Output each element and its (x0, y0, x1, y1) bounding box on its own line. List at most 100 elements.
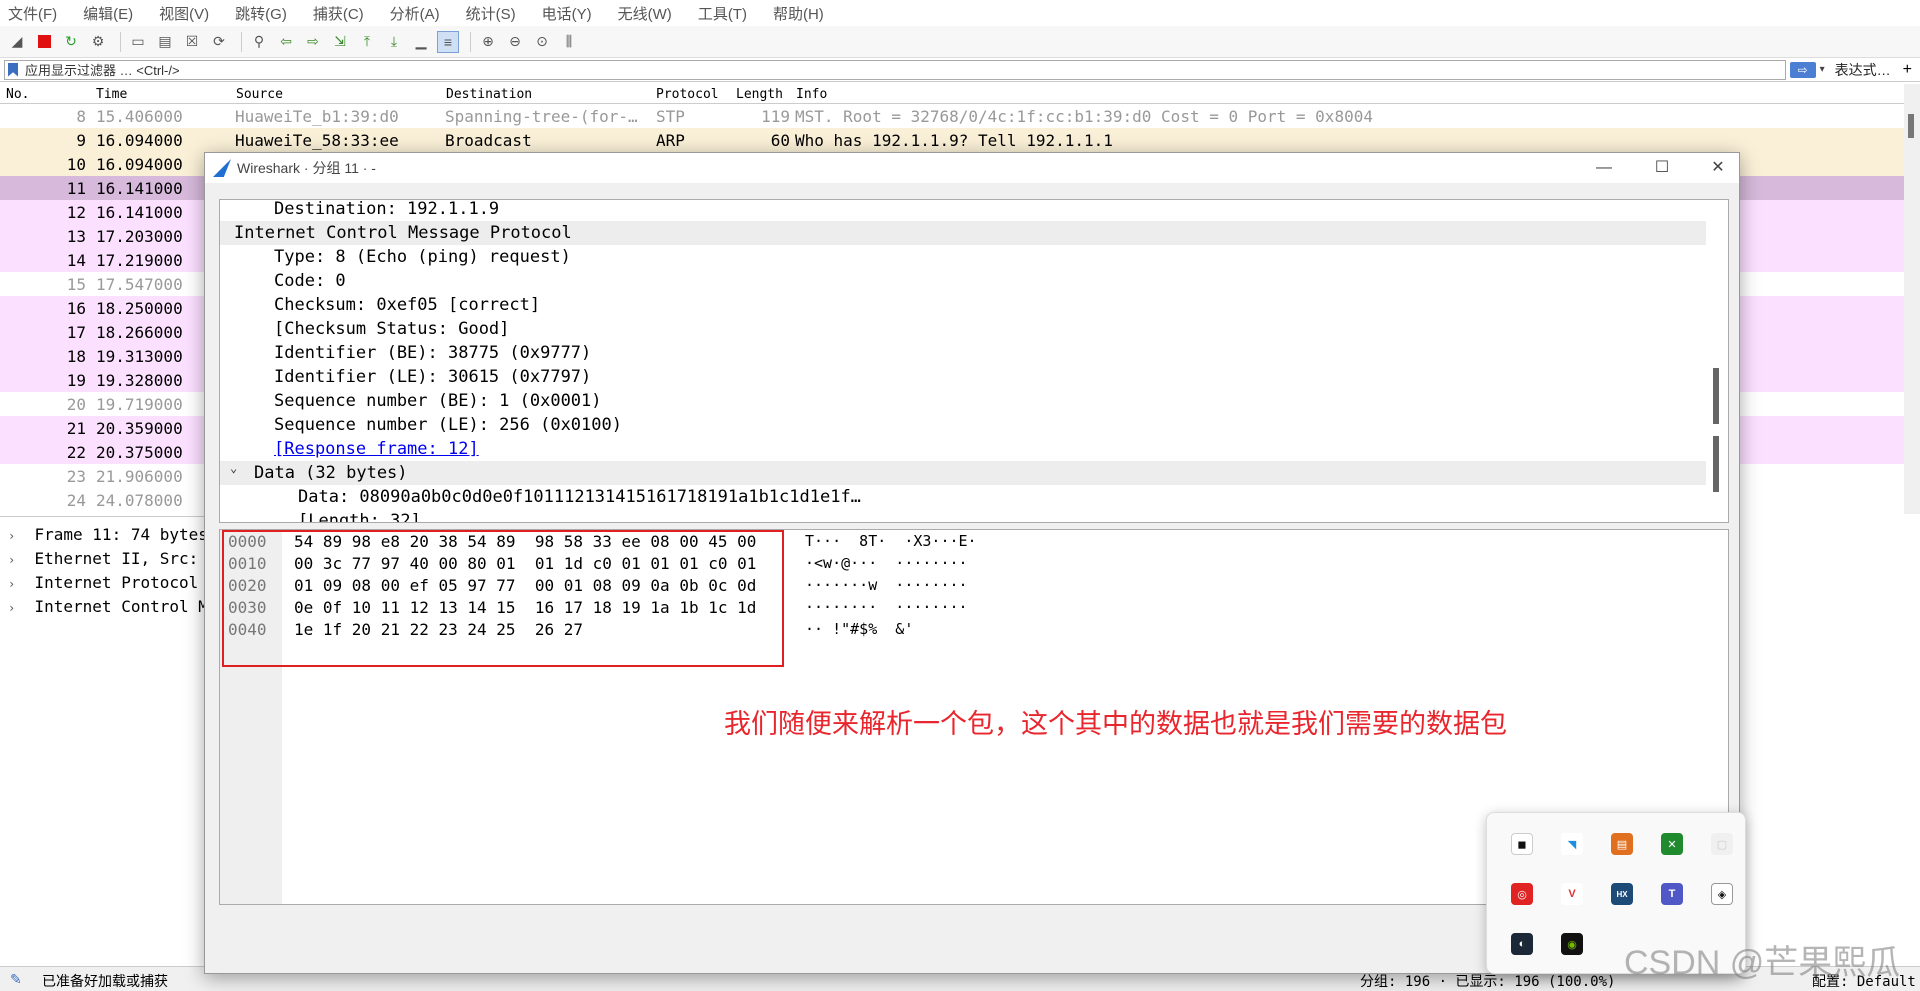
menu-item[interactable]: 分析(A) (386, 3, 444, 24)
reload-file-icon[interactable]: ⟳ (208, 31, 230, 53)
menu-item[interactable]: 电话(Y) (538, 3, 596, 24)
menu-item[interactable]: 帮助(H) (769, 3, 828, 24)
colorize-icon[interactable]: ≡ (437, 30, 459, 53)
netease-music-icon[interactable]: ◎ (1511, 883, 1533, 905)
packet-cell-no: 9 (76, 131, 86, 150)
tree-row[interactable]: Identifier (BE): 38775 (0x9777) (220, 341, 1706, 365)
bookmark-icon[interactable] (8, 62, 18, 77)
tree-row[interactable]: Sequence number (BE): 1 (0x0001) (220, 389, 1706, 413)
maximize-icon[interactable]: ☐ (1647, 157, 1677, 179)
hex-ascii[interactable]: ·······w ········ (805, 576, 968, 594)
save-file-icon[interactable]: ▤ (154, 31, 176, 53)
app-tray-icon-8[interactable]: HX (1611, 883, 1633, 905)
packet-cell-no: 18 (66, 347, 86, 366)
zoom-normal-icon[interactable]: ⊙ (531, 31, 553, 53)
tree-row[interactable]: Destination: 192.1.1.9 (220, 200, 1706, 221)
zoom-in-icon[interactable]: ⊕ (477, 31, 499, 53)
detail-frame[interactable]: › Frame 11: 74 bytes (8, 525, 208, 544)
tree-row[interactable]: Sequence number (LE): 256 (0x0100) (220, 413, 1706, 437)
minimize-icon[interactable]: — (1589, 157, 1619, 179)
col-header-info[interactable]: Info (796, 87, 827, 102)
col-header-time[interactable]: Time (96, 87, 127, 102)
steam-icon[interactable]: ◐ (1511, 933, 1533, 955)
tree-row[interactable]: [Length: 32] (220, 509, 1706, 522)
response-frame-link[interactable]: [Response frame: 12] (274, 439, 479, 459)
resize-columns-icon[interactable]: ⫼ (558, 31, 580, 53)
app-tray-icon-7[interactable]: V (1561, 883, 1583, 905)
tree-row[interactable]: Type: 8 (Echo (ping) request) (220, 245, 1706, 269)
packet-cell-no: 8 (76, 107, 86, 126)
menu-item[interactable]: 视图(V) (155, 3, 213, 24)
detail-ethernet[interactable]: › Ethernet II, Src: (8, 549, 198, 568)
hex-ascii[interactable]: T··· 8T· ·X3···E· (805, 532, 977, 550)
hex-ascii[interactable]: ·· !"#$% &' (805, 620, 913, 638)
menu-item[interactable]: 跳转(G) (231, 3, 291, 24)
packet-cell-no: 22 (66, 443, 86, 462)
go-to-packet-icon[interactable]: ⇲ (329, 31, 351, 53)
menu-item[interactable]: 统计(S) (462, 3, 520, 24)
nvidia-icon[interactable]: ◉ (1561, 933, 1583, 955)
tree-row[interactable]: ⌄Internet Control Message Protocol (220, 221, 1706, 245)
packet-cell-time: 21.906000 (96, 467, 183, 486)
tree-scrollbar[interactable] (1706, 200, 1728, 522)
app-tray-icon-5[interactable]: ▢ (1711, 833, 1733, 855)
packet-cell-no: 11 (66, 179, 86, 198)
dialog-titlebar[interactable]: Wireshark · 分组 11 · - — ☐ ✕ (205, 153, 1739, 183)
app-tray-icon-1[interactable]: ◼ (1511, 833, 1533, 855)
app-tray-icon-10[interactable]: ◈ (1711, 883, 1733, 905)
teams-icon[interactable]: T (1661, 883, 1683, 905)
tree-row-label: Checksum: 0xef05 [correct] (274, 295, 541, 315)
go-back-icon[interactable]: ⇦ (275, 31, 297, 53)
menu-item[interactable]: 文件(F) (4, 3, 61, 24)
menu-item[interactable]: 无线(W) (614, 3, 676, 24)
display-filter-input[interactable]: 应用显示过滤器 … <Ctrl-/> (4, 59, 1786, 80)
hex-ascii[interactable]: ········ ········ (805, 598, 968, 616)
tree-row[interactable]: [Response frame: 12] (220, 437, 1706, 461)
go-forward-icon[interactable]: ⇨ (302, 31, 324, 53)
expand-arrow-icon[interactable]: ⌄ (230, 461, 237, 475)
zoom-out-icon[interactable]: ⊖ (504, 31, 526, 53)
expert-info-icon[interactable]: ✎ (10, 971, 22, 988)
menu-item[interactable]: 工具(T) (694, 3, 751, 24)
menu-item[interactable]: 编辑(E) (79, 3, 137, 24)
xbox-icon[interactable]: ✕ (1661, 833, 1683, 855)
apply-filter-button[interactable]: ⇨ (1789, 61, 1816, 78)
packet-cell-time: 19.313000 (96, 347, 183, 366)
go-first-icon[interactable]: ⤒ (356, 31, 378, 53)
detail-ip[interactable]: › Internet Protocol (8, 573, 198, 592)
packet-cell-no: 19 (66, 371, 86, 390)
stop-capture-icon[interactable] (33, 31, 55, 53)
packet-list-scrollbar[interactable] (1904, 84, 1920, 514)
menu-bar: 文件(F) 编辑(E) 视图(V) 跳转(G) 捕获(C) 分析(A) 统计(S) 电话(Y)… (0, 0, 1920, 26)
capture-options-icon[interactable]: ⚙ (87, 31, 109, 53)
add-filter-button[interactable]: + (1903, 61, 1912, 79)
expression-button[interactable]: 表达式… (1835, 60, 1891, 80)
close-file-icon[interactable]: ☒ (181, 31, 203, 53)
shark-fin-start-icon[interactable]: ◢ (6, 31, 28, 53)
find-packet-icon[interactable]: ⚲ (248, 31, 270, 53)
close-icon[interactable]: ✕ (1703, 157, 1733, 179)
packet-row[interactable]: 8 15.406000 HuaweiTe_b1:39:d0 Spanning-tree… (0, 104, 1904, 128)
detail-icmp[interactable]: › Internet Control M (8, 597, 208, 616)
autoscroll-icon[interactable]: ▁ (410, 31, 432, 53)
tree-row[interactable]: Checksum: 0xef05 [correct] (220, 293, 1706, 317)
tree-row[interactable]: Data: 08090a0b0c0d0e0f101112131415161718… (220, 485, 1706, 509)
restart-capture-icon[interactable]: ↻ (60, 31, 82, 53)
col-header-no[interactable]: No. (6, 87, 29, 102)
go-last-icon[interactable]: ⤓ (383, 31, 405, 53)
packet-row[interactable]: 9 16.094000 HuaweiTe_58:33:ee Broadcast ARP 6… (0, 128, 1904, 152)
tree-row[interactable]: Code: 0 (220, 269, 1706, 293)
tree-row[interactable]: ⌄ Data (32 bytes) (220, 461, 1706, 485)
app-tray-icon-2[interactable]: ◥ (1561, 833, 1583, 855)
menu-item[interactable]: 捕获(C) (309, 3, 368, 24)
tree-row[interactable]: [Checksum Status: Good] (220, 317, 1706, 341)
hex-ascii[interactable]: ·<w·@··· ········ (805, 554, 968, 572)
app-tray-icon-3[interactable]: ▤ (1611, 833, 1633, 855)
col-header-destination[interactable]: Destination (446, 87, 532, 102)
col-header-protocol[interactable]: Protocol (656, 87, 719, 102)
tree-row[interactable]: Identifier (LE): 30615 (0x7797) (220, 365, 1706, 389)
col-header-length[interactable]: Length (736, 87, 783, 102)
filter-dropdown-icon[interactable]: ▾ (1820, 64, 1825, 75)
open-file-icon[interactable]: ▭ (127, 31, 149, 53)
col-header-source[interactable]: Source (236, 87, 283, 102)
